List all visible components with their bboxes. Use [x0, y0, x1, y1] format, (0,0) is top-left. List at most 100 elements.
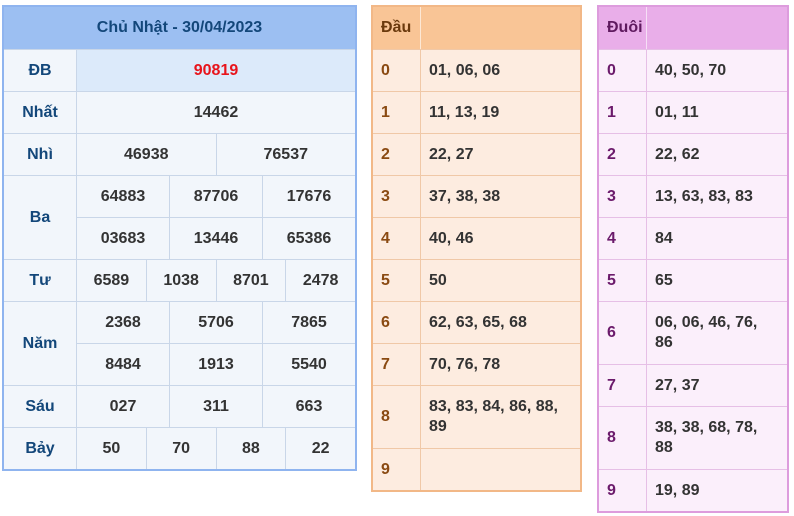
dau-row: 1 11, 13, 19	[373, 91, 580, 133]
prize-number: 03683	[100, 229, 146, 247]
duoi-values: 13, 63, 83, 83	[655, 187, 753, 205]
results-table: Chủ Nhật - 30/04/2023 ĐB 90819 Nhất 14462 Nh…	[2, 5, 357, 471]
prize-number: 2478	[285, 260, 355, 301]
prize-row: Sáu 027 311 663	[4, 386, 355, 428]
dau-digit: 6	[373, 302, 421, 343]
prize-number: 17676	[262, 176, 355, 217]
dau-header: Đầu	[373, 7, 580, 49]
prize-row: Nhì 46938 76537	[4, 134, 355, 176]
duoi-row: 6 06, 06, 46, 76, 86	[599, 301, 787, 364]
dau-table: Đầu 0 01, 06, 06 1 11, 13, 19 2 22, 27 3 37, 38…	[371, 5, 582, 492]
duoi-digit: 1	[599, 92, 647, 133]
dau-values: 37, 38, 38	[429, 187, 501, 205]
prize-number: 88	[215, 428, 286, 469]
duoi-digit: 9	[599, 470, 647, 511]
duoi-digit: 2	[599, 134, 647, 175]
prize-number: 14462	[193, 103, 239, 121]
duoi-values: 40, 50, 70	[655, 61, 727, 79]
dau-values: 01, 06, 06	[429, 61, 501, 79]
dau-header-label: Đầu	[373, 7, 421, 49]
dau-row: 4 40, 46	[373, 217, 580, 259]
prize-label: Ba	[4, 176, 77, 259]
prize-label: Tư	[4, 260, 77, 301]
dau-row: 5 50	[373, 259, 580, 301]
duoi-digit: 6	[599, 302, 647, 364]
prize-label: Nhất	[4, 92, 77, 133]
duoi-digit: 5	[599, 260, 647, 301]
duoi-values: 22, 62	[655, 145, 700, 163]
prize-number: 1038	[145, 260, 216, 301]
dau-row: 2 22, 27	[373, 133, 580, 175]
dau-digit: 9	[373, 449, 421, 490]
duoi-values: 65	[655, 271, 673, 289]
duoi-values: 19, 89	[655, 481, 700, 499]
duoi-table: Đuôi 0 40, 50, 70 1 01, 11 2 22, 62 3 13, 63, 8…	[597, 5, 789, 513]
prize-row: Ba 64883 87706 17676 03683 13446 65386	[4, 176, 355, 260]
duoi-header-label: Đuôi	[599, 7, 647, 49]
duoi-row: 5 65	[599, 259, 787, 301]
duoi-values: 38, 38, 68, 78, 88	[655, 419, 758, 456]
dau-digit: 5	[373, 260, 421, 301]
prize-row: ĐB 90819	[4, 50, 355, 92]
duoi-row: 2 22, 62	[599, 133, 787, 175]
prize-number: 663	[262, 386, 355, 427]
prize-label: Nhì	[4, 134, 77, 175]
dau-digit: 1	[373, 92, 421, 133]
prize-number: 8701	[215, 260, 286, 301]
prize-number: 8484	[105, 355, 141, 373]
dau-values: 83, 83, 84, 86, 88, 89	[429, 398, 558, 435]
duoi-digit: 4	[599, 218, 647, 259]
duoi-row: 4 84	[599, 217, 787, 259]
dau-row: 3 37, 38, 38	[373, 175, 580, 217]
prize-number: 5540	[262, 344, 355, 385]
dau-row: 7 70, 76, 78	[373, 343, 580, 385]
dau-row: 0 01, 06, 06	[373, 49, 580, 91]
duoi-digit: 0	[599, 50, 647, 91]
prize-row: Nhất 14462	[4, 92, 355, 134]
duoi-header: Đuôi	[599, 7, 787, 49]
results-body: ĐB 90819 Nhất 14462 Nhì 46938 76537 Ba 64883 8770…	[4, 50, 355, 469]
dau-digit: 0	[373, 50, 421, 91]
duoi-row: 3 13, 63, 83, 83	[599, 175, 787, 217]
prize-number: 46938	[124, 145, 169, 163]
duoi-row: 1 01, 11	[599, 91, 787, 133]
duoi-values: 06, 06, 46, 76, 86	[655, 314, 758, 351]
dau-values: 62, 63, 65, 68	[429, 313, 527, 331]
dau-values: 11, 13, 19	[429, 103, 500, 121]
prize-label: ĐB	[4, 50, 77, 91]
duoi-digit: 8	[599, 407, 647, 469]
dau-values: 22, 27	[429, 145, 474, 163]
dau-digit: 3	[373, 176, 421, 217]
prize-number: 22	[285, 428, 355, 469]
prize-number: 1913	[169, 344, 262, 385]
dau-digit: 4	[373, 218, 421, 259]
prize-number: 64883	[100, 187, 146, 205]
duoi-row: 9 19, 89	[599, 469, 787, 511]
prize-number: 87706	[169, 176, 262, 217]
duoi-row: 7 27, 37	[599, 364, 787, 406]
prize-label: Bảy	[4, 428, 77, 469]
prize-label: Sáu	[4, 386, 77, 427]
results-title: Chủ Nhật - 30/04/2023	[4, 7, 355, 50]
prize-number: 311	[169, 386, 262, 427]
dau-values: 40, 46	[429, 229, 474, 247]
prize-number: 70	[145, 428, 216, 469]
prize-label: Năm	[4, 302, 77, 385]
duoi-values: 84	[655, 229, 673, 247]
dau-values	[421, 449, 580, 490]
duoi-values: 27, 37	[655, 376, 700, 394]
prize-number: 50	[102, 439, 121, 457]
dau-digit: 8	[373, 386, 421, 448]
duoi-digit: 3	[599, 176, 647, 217]
prize-number: 027	[109, 397, 137, 415]
dau-row: 8 83, 83, 84, 86, 88, 89	[373, 385, 580, 448]
duoi-digit: 7	[599, 365, 647, 406]
duoi-row: 0 40, 50, 70	[599, 49, 787, 91]
duoi-values: 01, 11	[655, 103, 699, 121]
prize-number: 5706	[169, 302, 262, 343]
dau-row: 9	[373, 448, 580, 490]
prize-number: 2368	[105, 313, 141, 331]
duoi-body: 0 40, 50, 70 1 01, 11 2 22, 62 3 13, 63, 83, 83…	[599, 49, 787, 511]
prize-number: 65386	[262, 218, 355, 259]
special-prize-number: 90819	[77, 50, 355, 91]
